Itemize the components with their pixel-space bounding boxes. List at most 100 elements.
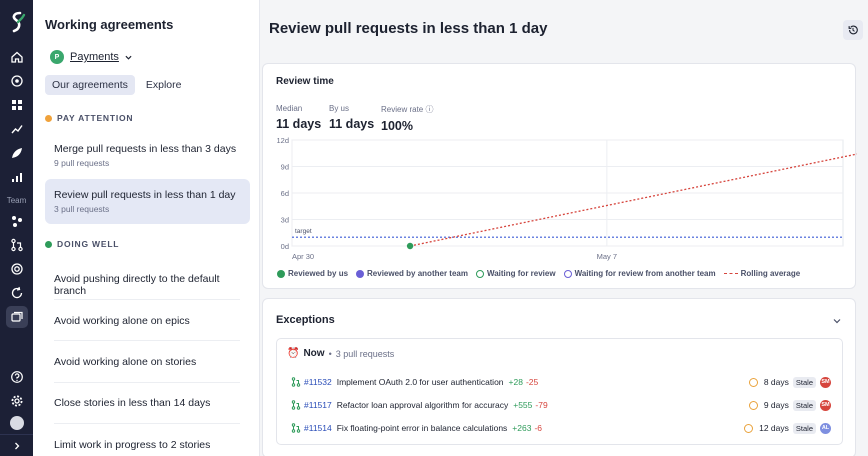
history-icon xyxy=(848,25,858,35)
agreement-item[interactable]: Avoid working alone on stories xyxy=(45,356,250,368)
group-label: Now xyxy=(303,348,325,359)
pay-attention-dot xyxy=(45,114,52,122)
settings-gear-icon[interactable] xyxy=(6,390,28,412)
pr-status: 9 days Stale SM xyxy=(748,399,831,411)
pr-row[interactable]: #11532 Implement OAuth 2.0 for user auth… xyxy=(291,375,831,389)
team-selector[interactable]: P Payments xyxy=(50,50,132,64)
bar-chart-icon[interactable] xyxy=(6,166,28,188)
agreement-title: Review pull requests in less than 1 day xyxy=(54,189,236,201)
y-tick-label: 9d xyxy=(281,163,289,172)
reviewer-avatar[interactable]: SM xyxy=(820,399,831,411)
pr-icon xyxy=(291,377,301,387)
waiting-status-icon xyxy=(748,400,758,410)
pr-deletions: -6 xyxy=(534,423,543,433)
x-tick-label: Apr 30 xyxy=(292,252,314,261)
review-time-card: Review time Median 11 days By us 11 days… xyxy=(262,63,857,289)
rail-team-label: Team xyxy=(6,196,27,205)
chevron-down-icon xyxy=(125,55,132,60)
agreement-item[interactable]: Merge pull requests in less than 3 days … xyxy=(45,134,250,170)
trend-icon[interactable] xyxy=(6,118,28,140)
target-icon[interactable] xyxy=(6,70,28,92)
legend-waiting-from-another-team[interactable]: Waiting for review from another team xyxy=(563,269,716,278)
legend-label: Reviewed by us xyxy=(288,269,349,278)
legend-swatch xyxy=(723,273,738,274)
pr-title[interactable]: Fix floating-point error in balance calc… xyxy=(337,423,508,433)
section-doing-well: DOING WELL xyxy=(45,239,119,249)
pr-number[interactable]: #11517 xyxy=(304,400,332,410)
section-pay-attention-label: PAY ATTENTION xyxy=(57,113,134,123)
tab-explore[interactable]: Explore xyxy=(139,75,189,95)
pr-status: 8 days Stale SM xyxy=(748,376,831,388)
legend-swatch xyxy=(356,269,365,278)
pr-additions: +28 xyxy=(508,377,523,387)
agreement-title: Merge pull requests in less than 3 days xyxy=(54,143,237,155)
legend-waiting-for-review[interactable]: Waiting for review xyxy=(475,269,556,278)
target-label: target xyxy=(295,228,312,235)
y-tick-label: 3d xyxy=(281,216,289,225)
y-tick-label: 12d xyxy=(276,136,289,145)
legend-reviewed-by-another-team[interactable]: Reviewed by another team xyxy=(356,269,468,278)
legend-swatch xyxy=(475,269,484,278)
alarm-clock-icon: ⏰ xyxy=(287,348,300,359)
legend-label: Waiting for review xyxy=(486,269,556,278)
stale-badge: Stale xyxy=(792,399,816,411)
stale-badge: Stale xyxy=(792,422,816,434)
pr-age: 9 days xyxy=(763,400,789,410)
agreement-item[interactable]: Avoid pushing directly to the default br… xyxy=(45,273,250,297)
swirl-icon[interactable] xyxy=(6,258,28,280)
pr-deletions: -25 xyxy=(525,377,539,387)
pr-number[interactable]: #11532 xyxy=(304,377,332,387)
legend-reviewed-by-us[interactable]: Reviewed by us xyxy=(277,269,348,278)
chevron-down-icon[interactable] xyxy=(833,317,841,325)
pr-deletions: -79 xyxy=(535,400,548,410)
user-avatar[interactable] xyxy=(9,416,24,430)
icon-rail: Team xyxy=(0,0,33,456)
divider xyxy=(54,382,240,383)
agreements-tabs: Our agreements Explore xyxy=(45,75,188,95)
pr-title[interactable]: Refactor loan approval algorithm for acc… xyxy=(337,400,509,410)
divider xyxy=(54,340,240,341)
team-nodes-icon[interactable] xyxy=(6,210,28,232)
reviewed-by-us-point xyxy=(406,242,414,250)
pull-request-icon[interactable] xyxy=(6,234,28,256)
logo-icon[interactable] xyxy=(6,8,28,36)
agreement-item[interactable]: Avoid working alone on epics xyxy=(45,315,250,327)
legend-label: Waiting for review from another team xyxy=(574,269,716,278)
legend-swatch xyxy=(277,269,285,278)
section-doing-well-label: DOING WELL xyxy=(57,239,120,249)
tab-our-agreements[interactable]: Our agreements xyxy=(45,75,135,95)
help-icon[interactable] xyxy=(6,366,28,388)
history-button[interactable] xyxy=(843,20,863,40)
reviewer-avatar[interactable]: SM xyxy=(820,376,831,388)
pr-icon xyxy=(291,400,301,410)
agreements-icon[interactable] xyxy=(5,306,28,328)
pr-number[interactable]: #11514 xyxy=(304,423,332,433)
home-icon[interactable] xyxy=(6,46,28,68)
agreement-title: Limit work in progress to 2 stories xyxy=(54,439,211,451)
chart-legend: Reviewed by us Reviewed by another team … xyxy=(277,269,800,278)
pr-row[interactable]: #11517 Refactor loan approval algorithm … xyxy=(291,398,831,412)
refresh-icon[interactable] xyxy=(6,282,28,304)
expand-rail-button[interactable] xyxy=(0,434,33,456)
grid-icon[interactable] xyxy=(6,94,28,116)
panel-title: Working agreements xyxy=(45,17,174,32)
page-title: Review pull requests in less than 1 day xyxy=(269,20,548,37)
agreement-title: Avoid working alone on stories xyxy=(54,356,197,368)
pr-icon xyxy=(291,423,301,433)
pr-title[interactable]: Implement OAuth 2.0 for user authenticat… xyxy=(337,377,504,387)
legend-rolling-average[interactable]: Rolling average xyxy=(723,269,801,278)
leaf-icon[interactable] xyxy=(6,142,28,164)
reviewer-avatar[interactable]: AL xyxy=(820,422,831,434)
pr-row[interactable]: #11514 Fix floating-point error in balan… xyxy=(291,421,831,435)
pr-additions: +555 xyxy=(513,400,533,410)
agreement-item-selected[interactable]: Review pull requests in less than 1 day … xyxy=(45,179,250,224)
stale-badge: Stale xyxy=(792,376,816,388)
rail-bottom xyxy=(0,364,33,456)
legend-label: Rolling average xyxy=(740,269,801,278)
card-title: Exceptions xyxy=(276,314,335,326)
group-separator: • xyxy=(328,348,332,359)
agreement-item[interactable]: Close stories in less than 14 days xyxy=(45,397,250,409)
doing-well-dot xyxy=(45,240,52,248)
pr-additions: +263 xyxy=(512,423,532,433)
agreement-item[interactable]: Limit work in progress to 2 stories xyxy=(45,439,250,451)
